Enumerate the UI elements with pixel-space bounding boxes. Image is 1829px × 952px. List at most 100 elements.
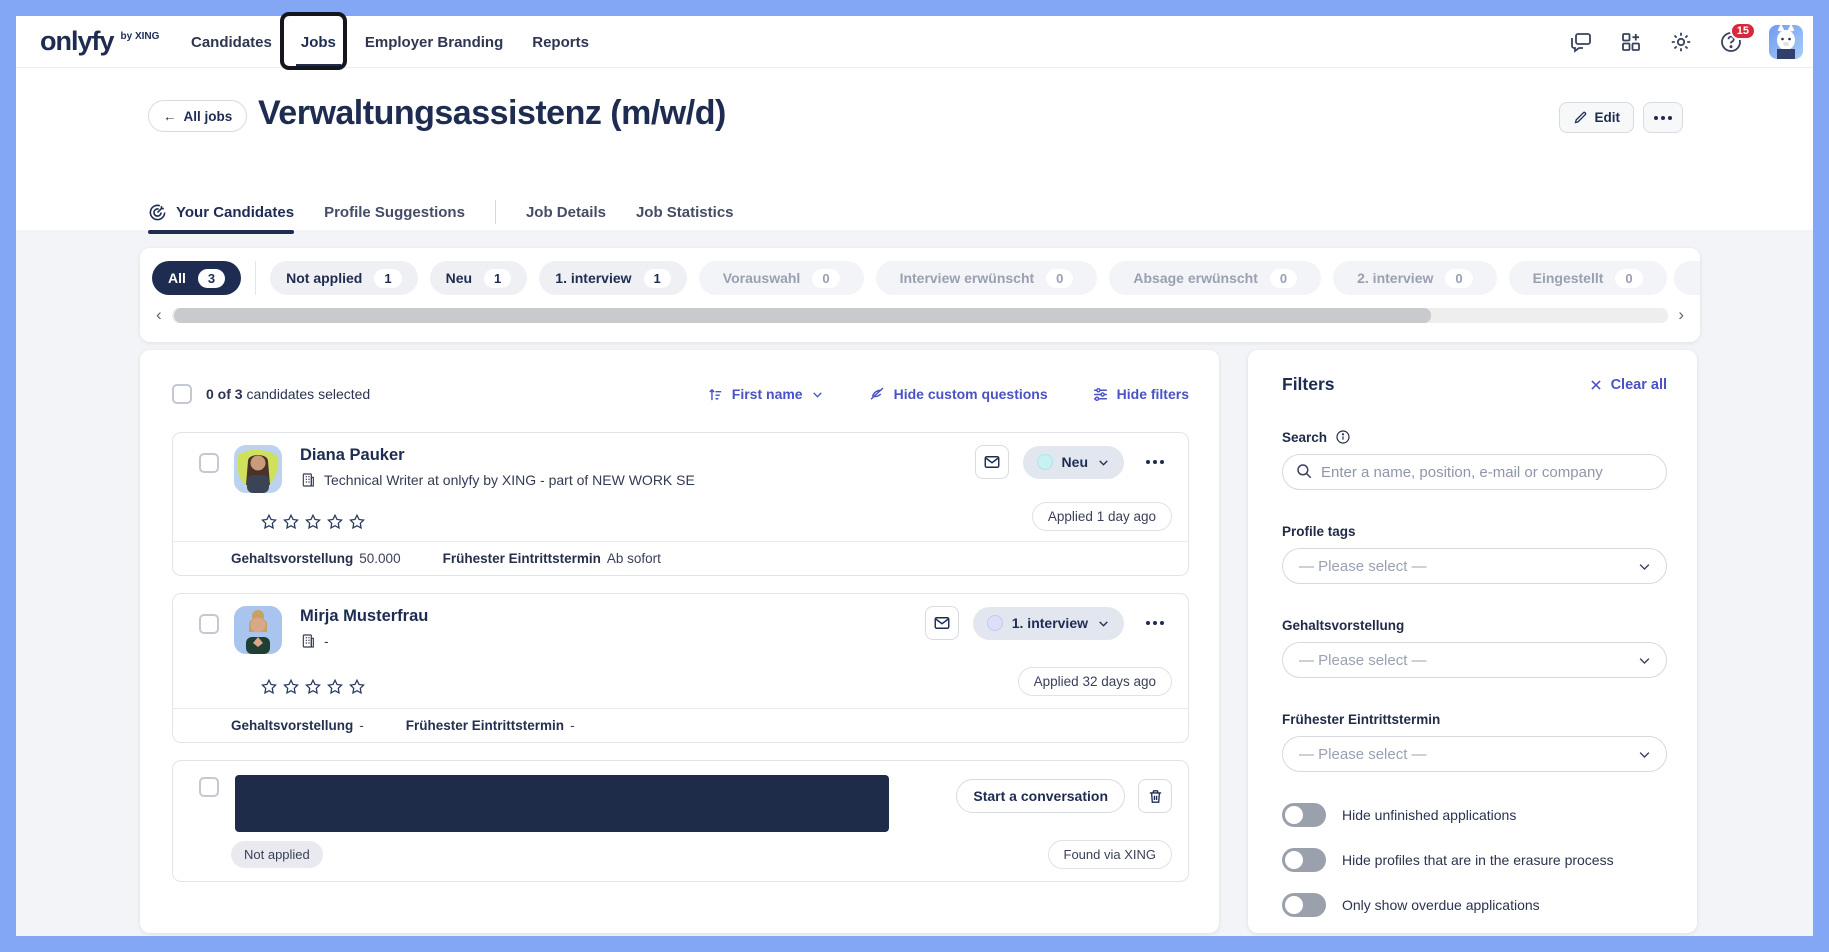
candidate-details-footer: Gehaltsvorstellung 50.000 Frühester Eintr… (173, 541, 1188, 575)
select-all-checkbox[interactable] (172, 384, 192, 404)
onlyfy-logo[interactable]: onlyfy by XING (40, 26, 159, 56)
star-icon[interactable] (260, 513, 278, 531)
edit-job-button[interactable]: Edit (1558, 102, 1634, 133)
chevron-down-icon (812, 391, 822, 398)
star-icon[interactable] (282, 678, 300, 696)
scrollbar-track[interactable] (171, 307, 1669, 323)
star-icon[interactable] (260, 678, 278, 696)
hide-unfinished-toggle[interactable] (1282, 803, 1326, 827)
apps-grid-icon[interactable] (1619, 30, 1643, 54)
pipeline-pill-eingestellt[interactable]: Eingestellt 0 (1508, 261, 1667, 295)
candidate-more-button[interactable] (1138, 460, 1172, 464)
send-message-button[interactable] (974, 445, 1009, 479)
entry-date-select[interactable]: — Please select — (1282, 736, 1667, 772)
overdue-only-toggle[interactable] (1282, 893, 1326, 917)
nav-item-reports[interactable]: Reports (532, 16, 589, 68)
pipeline-pill-2-interview[interactable]: 2. interview 0 (1333, 261, 1497, 295)
company-icon (302, 473, 314, 487)
entry-date-label: Frühester Eintrittstermin (405, 718, 565, 733)
entry-date-field: Frühester Eintrittstermin - (406, 718, 575, 733)
search-input[interactable] (1282, 454, 1667, 490)
job-more-button[interactable] (1643, 102, 1683, 133)
messages-icon[interactable] (1569, 30, 1593, 54)
search-box (1282, 454, 1667, 490)
job-tabs: Your Candidates Profile Suggestions Job … (148, 198, 734, 234)
start-conversation-button[interactable]: Start a conversation (956, 779, 1125, 813)
status-dropdown[interactable]: 1. interview (972, 606, 1124, 640)
candidate-more-button[interactable] (1138, 621, 1172, 625)
pill-label: Not applied (286, 270, 363, 286)
pipeline-pill-1-interview[interactable]: 1. interview 1 (539, 261, 687, 295)
nav-item-employer-branding[interactable]: Employer Branding (365, 16, 503, 68)
star-icon[interactable] (348, 513, 366, 531)
candidate-avatar[interactable] (234, 445, 282, 493)
select-placeholder: — Please select — (1299, 557, 1427, 575)
info-icon[interactable] (1335, 429, 1351, 445)
tab-job-statistics[interactable]: Job Statistics (636, 198, 734, 226)
star-icon[interactable] (348, 678, 366, 696)
back-all-jobs-button[interactable]: ← All jobs (148, 100, 248, 132)
candidate-details-footer: Gehaltsvorstellung - Frühester Eintrittst… (173, 708, 1188, 742)
pipeline-pill-interview-erwuenscht[interactable]: Interview erwünscht 0 (875, 261, 1098, 295)
pipeline-pill-neu[interactable]: Neu 1 (429, 261, 528, 295)
scroll-right-icon[interactable]: › (1674, 306, 1688, 323)
send-message-button[interactable] (924, 606, 959, 640)
applied-badge: Applied 1 day ago (1031, 502, 1172, 531)
tab-your-candidates[interactable]: Your Candidates (148, 198, 295, 234)
toggle-label: Hide profiles that are in the erasure pr… (1342, 852, 1614, 868)
candidate-name[interactable]: Mirja Musterfrau (300, 607, 428, 626)
delete-candidate-button[interactable] (1138, 779, 1172, 813)
candidate-avatar[interactable] (234, 606, 282, 654)
entry-date-filter-label: Frühester Eintrittstermin (1282, 712, 1441, 727)
candidate-checkbox[interactable] (199, 453, 219, 473)
settings-gear-icon[interactable] (1669, 30, 1693, 54)
tab-job-details[interactable]: Job Details (526, 198, 606, 226)
candidate-position: - (324, 633, 329, 649)
hide-filters-control[interactable]: Hide filters (1092, 386, 1189, 403)
star-icon[interactable] (304, 678, 322, 696)
selection-label: candidates selected (246, 386, 371, 402)
toggle-label: Only show overdue applications (1342, 897, 1540, 913)
pill-count: 0 (1046, 268, 1074, 288)
pipeline-pill-absage-erwuenscht[interactable]: Absage erwünscht 0 (1109, 261, 1322, 295)
hide-custom-questions-control[interactable]: Hide custom questions (868, 385, 1048, 403)
star-icon[interactable] (282, 513, 300, 531)
salary-select[interactable]: — Please select — (1282, 642, 1667, 678)
hide-erasure-toggle[interactable] (1282, 848, 1326, 872)
star-icon[interactable] (326, 513, 344, 531)
pipeline-pill-vorauswahl[interactable]: Vorauswahl 0 (698, 261, 864, 295)
nav-item-jobs[interactable]: Jobs (295, 16, 341, 68)
pipeline-pill-all[interactable]: All 3 (152, 261, 242, 295)
star-icon[interactable] (304, 513, 322, 531)
clear-all-label: Clear all (1610, 376, 1667, 393)
candidate-checkbox[interactable] (199, 777, 219, 797)
rating-stars[interactable] (260, 513, 366, 531)
entry-date-value: - (570, 718, 575, 733)
candidate-checkbox[interactable] (199, 614, 219, 634)
chevron-down-icon (1639, 751, 1650, 758)
help-icon[interactable]: 15 (1719, 22, 1756, 54)
list-controls: First name Hide custom questions Hide fi… (707, 385, 1189, 403)
sort-control[interactable]: First name (707, 386, 824, 403)
candidate-cards: Diana Pauker Technical Writer at onlyfy … (172, 432, 1189, 882)
tab-profile-suggestions[interactable]: Profile Suggestions (324, 198, 465, 226)
chevron-down-icon (1639, 563, 1650, 570)
main-nav: Candidates Jobs Employer Branding Report… (191, 16, 589, 68)
filters-panel: Filters Clear all Search Enter a name, p… (1248, 350, 1697, 933)
candidate-name[interactable]: Diana Pauker (300, 446, 695, 465)
profile-tags-select[interactable]: — Please select — (1282, 548, 1667, 584)
scroll-left-icon[interactable]: ‹ (152, 306, 166, 323)
source-badge: Found via XING (1047, 840, 1172, 869)
star-icon[interactable] (326, 678, 344, 696)
salary-filter-label: Gehaltsvorstellung (1282, 618, 1405, 633)
scrollbar-thumb[interactable] (173, 307, 1431, 323)
status-dropdown[interactable]: Neu (1022, 445, 1124, 479)
salary-value: 50.000 (359, 551, 401, 566)
stage-badge: Not applied (231, 841, 323, 868)
user-avatar[interactable] (1769, 25, 1803, 59)
clear-all-filters-button[interactable]: Clear all (1589, 377, 1667, 393)
pipeline-pill-not-applied[interactable]: Not applied 1 (270, 261, 418, 295)
select-placeholder: — Please select — (1299, 745, 1427, 763)
rating-stars[interactable] (260, 678, 366, 696)
nav-item-candidates[interactable]: Candidates (191, 16, 272, 68)
